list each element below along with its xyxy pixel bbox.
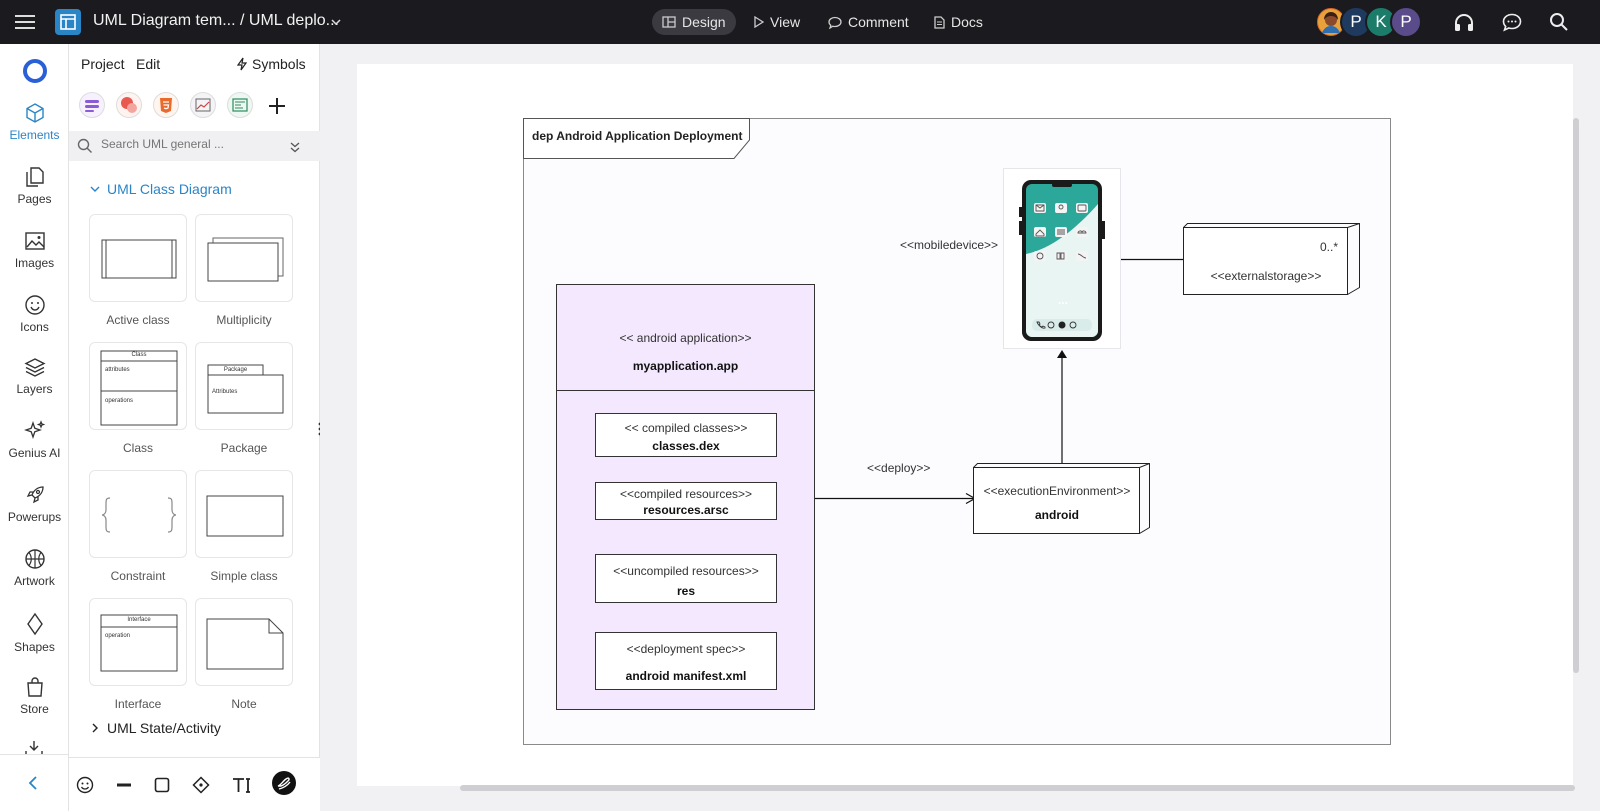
mobile-device-node[interactable]: ... (1003, 168, 1121, 349)
phone-dots: ... (1057, 293, 1068, 307)
artifact-stereotype: <<compiled resources>> (619, 487, 753, 501)
artifact-stereotype: <<deployment spec>> (626, 642, 746, 656)
node-name: myapplication.app (632, 359, 739, 373)
artifact-resources-arsc[interactable]: <<compiled resources>> resources.arsc (595, 482, 777, 520)
artifact-name: android manifest.xml (625, 669, 747, 683)
smartphone-icon (1019, 180, 1105, 341)
artifact-classes-dex[interactable]: << compiled classes>> classes.dex (595, 413, 777, 457)
artifact-name: res (676, 584, 696, 598)
node-name: android (1035, 508, 1079, 522)
deploy-label: <<deploy>> (867, 461, 931, 475)
artifact-android-manifest[interactable]: <<deployment spec>> android manifest.xml (595, 632, 777, 690)
node-stereotype: << android application>> (619, 331, 752, 345)
node-divider (557, 390, 814, 391)
mobile-device-label: <<mobiledevice>> (900, 238, 999, 252)
device-arrowhead (1057, 350, 1067, 358)
multiplicity-label: 0..* (1320, 240, 1339, 254)
execution-environment-node[interactable]: <<executionEnvironment>> android (974, 468, 1140, 533)
artifact-stereotype: << compiled classes>> (624, 421, 748, 435)
artifact-stereotype: <<uncompiled resources>> (613, 564, 759, 578)
artifact-res[interactable]: <<uncompiled resources>> res (595, 554, 777, 603)
artifact-name: resources.arsc (643, 503, 729, 517)
artifact-name: classes.dex (652, 439, 720, 453)
external-storage-node[interactable]: <<externalstorage>> 0..* (1184, 228, 1348, 294)
node-stereotype: <<externalstorage>> (1210, 269, 1322, 283)
node-stereotype: <<executionEnvironment>> (983, 484, 1131, 498)
